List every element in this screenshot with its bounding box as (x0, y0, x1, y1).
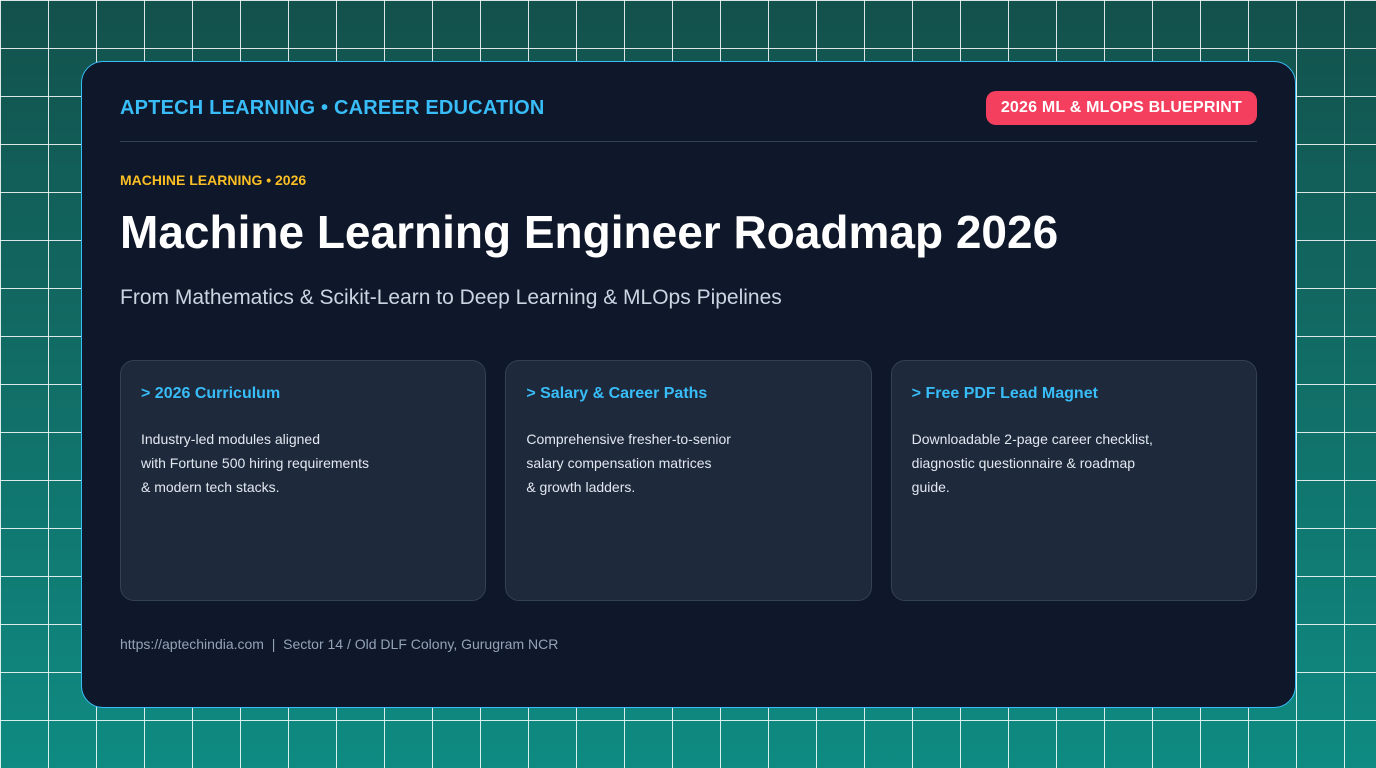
feature-text-line: Downloadable 2-page career checklist, (911, 431, 1153, 447)
feature-text-line: salary compensation matrices (526, 455, 712, 471)
feature-text-line: & growth ladders. (526, 479, 636, 495)
feature-text-line: & modern tech stacks. (141, 479, 280, 495)
feature-card-pdf: > Free PDF Lead Magnet Downloadable 2-pa… (890, 360, 1257, 601)
feature-text-line: diagnostic questionnaire & roadmap (911, 455, 1136, 471)
page-subtitle: From Mathematics & Scikit-Learn to Deep … (120, 286, 782, 309)
blueprint-badge: 2026 ML & MLOPS BLUEPRINT (985, 91, 1257, 125)
feature-cards: > 2026 Curriculum Industry-led modules a… (120, 360, 1257, 601)
feature-text-line: Industry-led modules aligned (141, 431, 320, 447)
footer-contact: https://aptechindia.com | Sector 14 / Ol… (120, 636, 559, 652)
feature-title: > Free PDF Lead Magnet (911, 385, 1098, 402)
brand-label: APTECH LEARNING • CAREER EDUCATION (120, 97, 545, 119)
feature-text-line: with Fortune 500 hiring requirements (141, 455, 370, 471)
category-kicker: MACHINE LEARNING • 2026 (120, 172, 307, 188)
page-title: Machine Learning Engineer Roadmap 2026 (120, 206, 1059, 258)
feature-title: > Salary & Career Paths (526, 385, 708, 402)
promo-card: APTECH LEARNING • CAREER EDUCATION 2026 … (81, 61, 1296, 708)
feature-card-salary: > Salary & Career Paths Comprehensive fr… (505, 360, 872, 601)
feature-title: > 2026 Curriculum (141, 385, 281, 402)
feature-text-line: guide. (911, 479, 950, 495)
feature-text-line: Comprehensive fresher-to-senior (526, 431, 731, 447)
feature-card-curriculum: > 2026 Curriculum Industry-led modules a… (120, 360, 487, 601)
header-divider (120, 141, 1257, 142)
